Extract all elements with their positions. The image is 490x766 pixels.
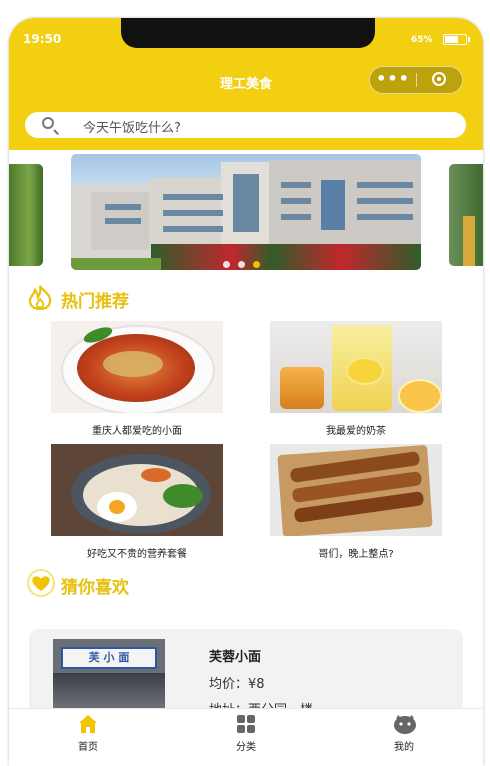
more-menu-button[interactable]: •••	[370, 67, 416, 93]
hot-item-card[interactable]: 我最爱的奶茶	[270, 321, 442, 437]
tab-home[interactable]: 首页	[48, 713, 128, 753]
hot-item-card[interactable]: 哥们，晚上整点?	[270, 444, 442, 560]
bottom-tab-bar: 首页 分类 我的	[9, 708, 483, 766]
capsule-divider	[416, 73, 417, 87]
hot-item-card[interactable]: 重庆人都爱吃的小面	[51, 321, 223, 437]
battery-icon	[443, 34, 470, 45]
hot-item-caption: 好吃又不贵的营养套餐	[87, 549, 187, 560]
carousel-indicators	[223, 253, 268, 272]
milk-tea-photo	[270, 321, 442, 413]
fire-icon	[28, 285, 52, 311]
noodle-photo	[51, 321, 223, 413]
guess-section-title: 猜你喜欢	[61, 578, 129, 598]
hot-item-caption: 我最爱的奶茶	[326, 426, 386, 437]
search-icon	[42, 117, 54, 129]
tab-category-label: 分类	[236, 742, 256, 753]
camera-notch	[121, 18, 375, 48]
miniprogram-capsule: •••	[369, 66, 463, 94]
tab-category[interactable]: 分类	[206, 713, 286, 753]
profile-icon	[393, 713, 416, 735]
category-icon	[235, 713, 257, 735]
bbq-skewer-photo	[270, 444, 442, 536]
guess-section-header: 猜你喜欢	[25, 569, 129, 599]
tab-profile[interactable]: 我的	[364, 713, 444, 753]
shop-sign: 芙 小 面	[61, 647, 157, 669]
heart-icon	[27, 569, 55, 597]
hot-section-title: 热门推荐	[61, 292, 129, 312]
app-header: 19:50 65% 理工美食 ••• 今天午饭吃什么?	[9, 18, 483, 150]
phone-frame: 19:50 65% 理工美食 ••• 今天午饭吃什么? 热门推荐 重庆人都爱吃的…	[9, 18, 483, 766]
banner-slide-prev[interactable]	[9, 164, 43, 266]
carousel-dot[interactable]	[238, 261, 245, 268]
carousel-dot[interactable]	[223, 261, 230, 268]
hot-section-header: 热门推荐	[25, 284, 129, 314]
hot-item-card[interactable]: 好吃又不贵的营养套餐	[51, 444, 223, 560]
search-placeholder: 今天午饭吃什么?	[83, 121, 181, 136]
battery-percent: 65%	[411, 35, 433, 45]
banner-carousel[interactable]	[9, 152, 483, 272]
hot-item-caption: 重庆人都爱吃的小面	[92, 426, 182, 437]
shop-price: 均价：¥8	[209, 677, 265, 692]
shop-name: 芙蓉小面	[209, 650, 262, 665]
home-icon	[77, 713, 99, 735]
banner-slide-next[interactable]	[449, 164, 483, 266]
tab-profile-label: 我的	[394, 742, 414, 753]
search-input[interactable]: 今天午饭吃什么?	[25, 112, 466, 138]
set-meal-photo	[51, 444, 223, 536]
status-time: 19:50	[23, 32, 62, 46]
close-target-button[interactable]	[432, 72, 446, 86]
carousel-dot-active[interactable]	[253, 261, 260, 268]
hot-item-caption: 哥们，晚上整点?	[318, 549, 394, 560]
tab-home-label: 首页	[78, 742, 98, 753]
